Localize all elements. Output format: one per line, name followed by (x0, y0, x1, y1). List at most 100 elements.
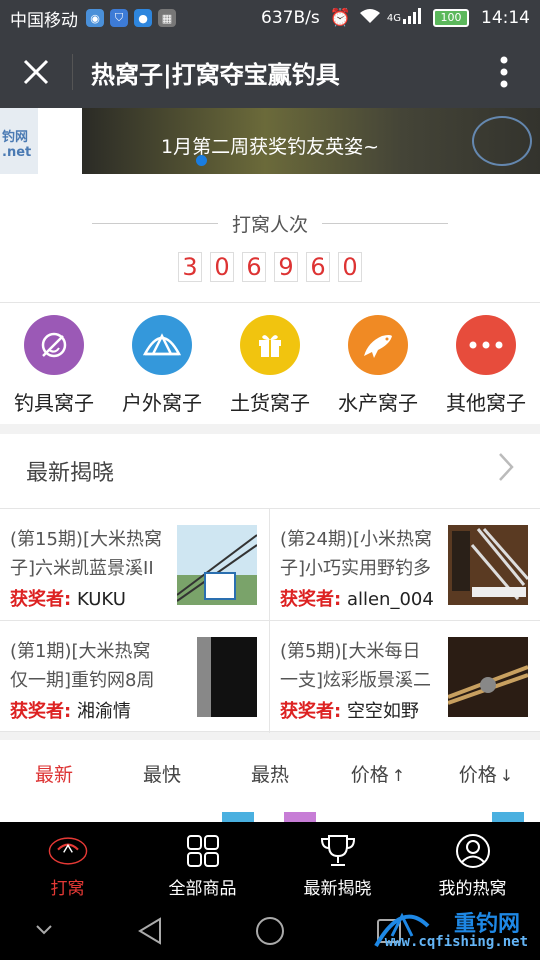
reveal-item[interactable]: (第24期)[小米热窝子]小巧实用野钓多 获奖者: allen_004 (270, 509, 540, 621)
counter-digit: 6 (242, 252, 266, 282)
winner-label: 获奖者: (10, 701, 72, 722)
reveal-item[interactable]: (第15期)[大米热窝子]六米凯蓝景溪II 获奖者: KUKU (0, 509, 270, 621)
winner-label: 获奖者: (280, 589, 342, 610)
category-label: 户外窝子 (122, 391, 202, 415)
category-label: 土货窝子 (230, 391, 310, 415)
signal-icon (403, 7, 423, 29)
close-icon (23, 59, 49, 85)
product-thumbnail (448, 525, 528, 605)
reveal-item[interactable]: (第5期)[大米每日一支]炫彩版景溪二代 获奖者: 空空如野 (270, 621, 540, 733)
section-title: 最新揭晓 (26, 461, 115, 486)
category-fishing-gear[interactable]: 钓具窝子 (0, 303, 108, 424)
reveal-item-title: (第5期)[大米每日一支]炫彩版景溪二代 (280, 641, 432, 691)
reveal-item-title: (第15期)[大米热窝子]六米凯蓝景溪II (10, 529, 162, 579)
sort-tab-price-desc[interactable]: 价格 ↓ (432, 740, 540, 810)
reveal-item-title: (第24期)[小米热窝子]小巧实用野钓多 (280, 529, 432, 579)
winner-name: allen_004 (346, 589, 434, 610)
shield-icon: ⛉ (110, 9, 128, 27)
counter-label: 打窝人次 (231, 214, 308, 236)
nav-my-account[interactable]: 我的热窝 (405, 822, 540, 902)
counter-digit: 9 (274, 252, 298, 282)
category-label: 钓具窝子 (14, 391, 94, 415)
home-icon[interactable] (255, 916, 285, 950)
carrier-name: 中国移动 (10, 10, 78, 31)
site-watermark: 重钓网 www.cqfishing.net (372, 902, 532, 960)
sort-tab-fastest[interactable]: 最快 (108, 740, 216, 810)
category-other[interactable]: 其他窝子 (432, 303, 540, 424)
network-type: 4G (386, 12, 401, 24)
banner-page-indicator (196, 155, 207, 166)
arrow-down-icon: ↓ (499, 766, 514, 785)
tent-icon (132, 315, 192, 375)
product-list-peek (0, 810, 540, 822)
category-label: 水产窝子 (338, 391, 418, 415)
status-bar: 中国移动 ◉ ⛉ ● ▦ 637B/s ⏰ 4G 100 14:14 (0, 0, 540, 36)
arrow-up-icon: ↑ (391, 766, 406, 785)
page-title: 热窝子|打窝夺宝赢钓具 (91, 60, 340, 89)
latest-reveal-header[interactable]: 最新揭晓 (0, 434, 540, 508)
user-icon (453, 832, 493, 870)
chat-icon: ● (134, 9, 152, 27)
participation-counter: 打窝人次 3 0 6 9 6 0 (0, 174, 540, 302)
sort-tab-hottest[interactable]: 最热 (216, 740, 324, 810)
gift-icon (240, 315, 300, 375)
banner-caption: 1月第二周获奖钓友英姿~ (160, 136, 379, 158)
bottom-nav: 打窝 全部商品 最新揭晓 我的热窝 (0, 822, 540, 902)
back-icon[interactable] (136, 916, 164, 950)
nav-home[interactable]: 打窝 (0, 822, 135, 902)
wifi-icon (359, 8, 381, 29)
sort-tabs: 最新 最快 最热 价格 ↑ 价格 ↓ (0, 740, 540, 810)
sort-label: 最快 (142, 764, 181, 786)
sort-label: 价格 (458, 764, 497, 786)
counter-digit: 6 (306, 252, 330, 282)
product-tag (284, 812, 316, 822)
notification-app-icon: ◉ (86, 9, 104, 27)
more-vertical-icon (500, 56, 508, 88)
chevron-down-icon[interactable] (34, 922, 54, 941)
divider-left (91, 223, 218, 224)
sort-label: 最新 (34, 764, 73, 786)
reveal-item-title: (第1期)[大米热窝仅一期]重钓网8周年 (10, 641, 155, 691)
category-local-goods[interactable]: 土货窝子 (216, 303, 324, 424)
product-thumbnail (177, 637, 257, 717)
counter-digit: 0 (210, 252, 234, 282)
category-aquatic[interactable]: 水产窝子 (324, 303, 432, 424)
product-tag (492, 812, 524, 822)
nav-latest-reveal[interactable]: 最新揭晓 (270, 822, 405, 902)
image-icon: ▦ (158, 9, 176, 27)
more-menu-button[interactable] (468, 36, 540, 108)
nav-label: 最新揭晓 (303, 879, 372, 899)
winner-name: KUKU (76, 589, 126, 610)
reveal-item[interactable]: (第1期)[大米热窝仅一期]重钓网8周年 获奖者: 湘渝情 (0, 621, 270, 733)
trophy-icon (318, 832, 358, 870)
counter-digit: 3 (178, 252, 202, 282)
category-bar: 钓具窝子 户外窝子 土货窝子 水产窝子 其他窝子 (0, 302, 540, 424)
sort-label: 价格 (350, 764, 389, 786)
sort-label: 最热 (250, 764, 289, 786)
logo-icon (48, 832, 88, 870)
counter-digit: 0 (338, 252, 362, 282)
winner-name: 空空如野 (346, 701, 419, 722)
chevron-right-icon (498, 451, 514, 491)
divider-right (322, 223, 448, 224)
product-thumbnail (177, 525, 257, 605)
sort-tab-price-asc[interactable]: 价格 ↑ (324, 740, 432, 810)
title-divider (72, 54, 73, 90)
close-button[interactable] (0, 36, 72, 108)
nav-label: 全部商品 (168, 879, 237, 899)
winner-label: 获奖者: (10, 589, 72, 610)
rod-icon (24, 315, 84, 375)
clock: 14:14 (481, 8, 530, 28)
grid-icon (183, 832, 223, 870)
promo-banner[interactable]: 钓网 .net 1月第二周获奖钓友英姿~ (0, 108, 540, 174)
network-speed: 637B/s (261, 8, 320, 28)
sort-tab-newest[interactable]: 最新 (0, 740, 108, 810)
counter-digits: 3 0 6 9 6 0 (0, 252, 540, 282)
nav-all-products[interactable]: 全部商品 (135, 822, 270, 902)
title-bar: 热窝子|打窝夺宝赢钓具 (0, 36, 540, 108)
product-thumbnail (448, 637, 528, 717)
watermark-url: www.cqfishing.net (384, 934, 528, 950)
winner-name: 湘渝情 (76, 701, 131, 722)
category-outdoor[interactable]: 户外窝子 (108, 303, 216, 424)
fish-icon (348, 315, 408, 375)
